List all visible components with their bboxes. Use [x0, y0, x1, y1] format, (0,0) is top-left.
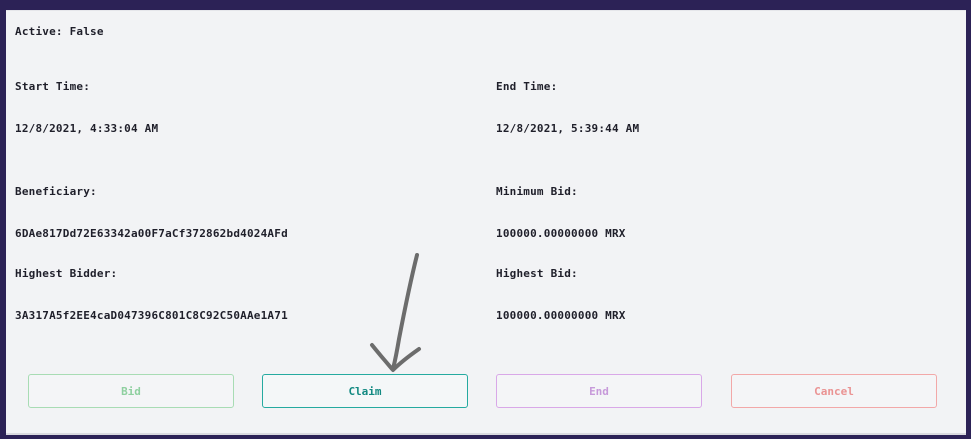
highest-bidder-address: 3A317A5f2EE4caD047396C801C8C92C50AAe1A71 [15, 309, 288, 322]
active-status: Active: False [15, 25, 104, 38]
start-time-label: Start Time: [15, 80, 91, 93]
bid-button[interactable]: Bid [28, 374, 234, 408]
start-time-value: 12/8/2021, 4:33:04 AM [15, 122, 159, 135]
highest-bid-label: Highest Bid: [496, 267, 578, 280]
highest-bid-value: 100000.00000000 MRX [496, 309, 626, 322]
hand-drawn-arrow-icon [370, 253, 421, 372]
highest-bidder-label: Highest Bidder: [15, 267, 118, 280]
beneficiary-label: Beneficiary: [15, 185, 97, 198]
auction-details-panel: Active: False Start Time: End Time: 12/8… [6, 10, 966, 435]
end-time-label: End Time: [496, 80, 558, 93]
minimum-bid-label: Minimum Bid: [496, 185, 578, 198]
minimum-bid-value: 100000.00000000 MRX [496, 227, 626, 240]
cancel-button[interactable]: Cancel [731, 374, 937, 408]
claim-button[interactable]: Claim [262, 374, 468, 408]
end-time-value: 12/8/2021, 5:39:44 AM [496, 122, 640, 135]
end-button[interactable]: End [496, 374, 702, 408]
beneficiary-address: 6DAe817Dd72E63342a00F7aCf372862bd4024AFd [15, 227, 288, 240]
